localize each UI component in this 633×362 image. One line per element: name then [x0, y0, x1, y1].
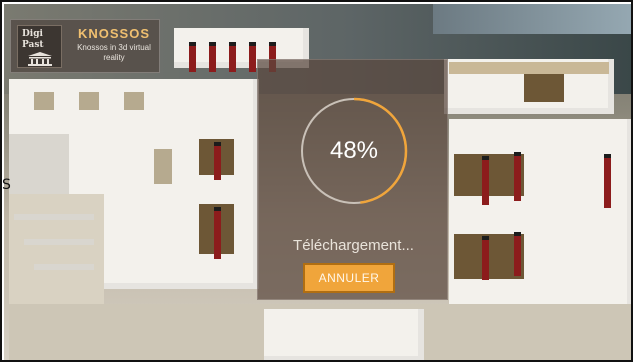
column	[249, 42, 256, 72]
viewer-frame: S Digi Past KNOSSOS Knossos in 3d virtua…	[0, 0, 633, 362]
loading-dialog: 48% Téléchargement... ANNULER	[257, 59, 448, 300]
logo-mark-line1: Digi	[22, 29, 43, 39]
window	[154, 149, 172, 184]
column	[514, 232, 521, 276]
courtyard-building-right	[449, 119, 631, 319]
app-logo: Digi Past KNOSSOS Knossos in 3d virtual …	[10, 19, 160, 73]
column	[514, 152, 521, 201]
background-sky	[433, 4, 631, 34]
logo-mark-line2: Past	[22, 40, 44, 50]
column	[482, 156, 489, 205]
column	[604, 154, 611, 208]
column	[189, 42, 196, 72]
progress-percent: 48%	[329, 137, 379, 164]
cancel-button[interactable]: ANNULER	[303, 263, 395, 293]
window	[79, 92, 99, 110]
column	[482, 236, 489, 280]
stair-step	[14, 214, 94, 220]
column	[209, 42, 216, 72]
window	[34, 92, 54, 110]
loading-status: Téléchargement...	[293, 237, 414, 254]
logo-mark: Digi Past	[17, 25, 62, 68]
stone-course	[449, 62, 609, 74]
edge-glyph: S	[2, 177, 11, 193]
stair-step	[34, 264, 94, 270]
column	[214, 207, 221, 259]
temple-icon	[28, 52, 52, 66]
logo-subtitle: Knossos in 3d virtual reality	[77, 43, 151, 62]
column	[229, 42, 236, 72]
doorway	[524, 74, 564, 102]
stair-step	[24, 239, 94, 245]
column	[214, 142, 221, 180]
logo-title: KNOSSOS	[77, 26, 150, 41]
foreground-wall	[264, 309, 424, 360]
window	[124, 92, 144, 110]
